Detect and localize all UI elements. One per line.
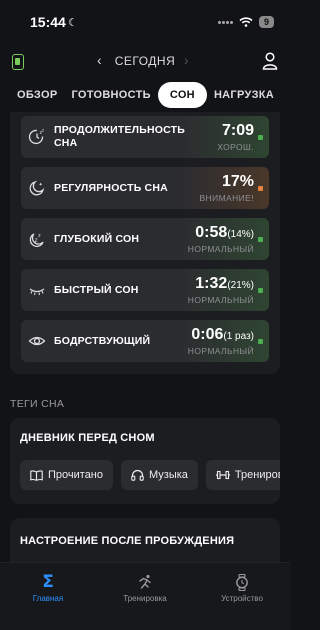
tab-bar: ОБЗОР ГОТОВНОСТЬ СОН НАГРУЗКА [10,82,280,108]
app-header: ‹ СЕГОДНЯ › [0,46,290,76]
metric-card-rem-sleep[interactable]: БЫСТРЫЙ СОН 1:32(21%) НОРМАЛЬНЫЙ [21,269,269,311]
metric-value: 0:58(14%) [195,224,254,241]
diary-chips: Прочитано Музыка Трениров [20,460,280,490]
metric-value: 7:09 [221,122,254,139]
metric-card-regularity[interactable]: ✦ РЕГУЛЯРНОСТЬ СНА 17% ВНИМАНИЕ! [21,167,269,209]
status-time: 15:44 [30,14,66,30]
running-icon [97,573,193,591]
chip-music[interactable]: Музыка [121,460,198,490]
sleep-regularity-icon: ✦ [29,180,45,196]
status-dot [258,186,263,191]
metric-name: РЕГУЛЯРНОСТЬ СНА [54,181,168,194]
tab-readiness[interactable]: ГОТОВНОСТЬ [64,82,157,108]
battery-indicator: 9 [258,16,274,28]
chip-label: Прочитано [48,469,103,481]
metric-value: 0:06(1 раз) [191,326,254,343]
tab-sleep[interactable]: СОН [157,82,207,108]
metric-status: НОРМАЛЬНЫЙ [187,295,254,305]
chip-label: Трениров [234,469,280,481]
dumbbell-icon [215,470,230,480]
section-title-sleep-tags: ТЕГИ СНА [10,398,65,410]
metric-card-deep-sleep[interactable]: z z ГЛУБОКИЙ СОН 0:58(14%) НОРМАЛЬНЫЙ [21,218,269,260]
profile-icon[interactable] [262,52,278,70]
rem-sleep-icon [29,288,45,296]
metric-name: БЫСТРЫЙ СОН [54,283,139,296]
svg-text:z: z [38,233,41,239]
status-dot [258,339,263,344]
nav-workout[interactable]: Тренировка [97,573,193,603]
metric-name: ГЛУБОКИЙ СОН [54,232,140,245]
status-right: 9 [217,16,274,28]
status-bar: 15:44 ☾ 9 [0,0,290,46]
metric-card-duration[interactable]: z z ПРОДОЛЖИТЕЛЬНОСТЬ СНА 7:09 ХОРОШ. [21,116,269,158]
chip-workout[interactable]: Трениров [205,460,280,490]
headphones-icon [131,469,144,481]
metric-status: ВНИМАНИЕ! [199,193,254,203]
signal-icon [217,20,233,24]
nav-device[interactable]: Устройство [194,573,290,603]
metric-status: ХОРОШ. [217,142,254,152]
sigma-home-icon: Σ [42,572,54,592]
metric-value: 17% [221,173,254,190]
status-dot [258,135,263,140]
sleep-duration-icon: z z [28,128,44,145]
moon-icon: ☾ [68,17,78,29]
svg-text:z: z [42,128,44,133]
diary-title: ДНЕВНИК ПЕРЕД СНОМ [20,432,155,444]
awake-eye-icon [28,336,46,346]
nav-label: Устройство [221,594,263,603]
tab-overview[interactable]: ОБЗОР [10,82,64,108]
mood-title: НАСТРОЕНИЕ ПОСЛЕ ПРОБУЖДЕНИЯ [20,535,235,547]
metric-name: БОДРСТВУЮЩИЙ [54,334,151,347]
chip-label: Музыка [149,469,188,481]
watch-icon [194,573,290,591]
tab-load[interactable]: НАГРУЗКА [207,82,281,108]
chevron-right-icon[interactable]: › [184,52,189,68]
metric-name: ПРОДОЛЖИТЕЛЬНОСТЬ СНА [54,124,185,149]
nav-label: Главная [32,594,64,603]
metric-card-awake[interactable]: БОДРСТВУЮЩИЙ 0:06(1 раз) НОРМАЛЬНЫЙ [21,320,269,362]
status-dot [258,288,263,293]
date-label: СЕГОДНЯ [114,54,176,68]
sleep-metrics-panel: z z ПРОДОЛЖИТЕЛЬНОСТЬ СНА 7:09 ХОРОШ. ✦ … [10,112,280,374]
status-dot [258,237,263,242]
book-icon [30,469,43,481]
wifi-icon [239,17,253,27]
metric-status: НОРМАЛЬНЫЙ [187,244,254,254]
nav-label: Тренировка [123,594,167,603]
metric-status: НОРМАЛЬНЫЙ [187,346,254,356]
svg-text:✦: ✦ [39,182,43,188]
nav-home[interactable]: Σ Главная [0,572,96,603]
bottom-navigation: Σ Главная Тренировка Устройство [0,562,290,630]
sleep-diary-box: ДНЕВНИК ПЕРЕД СНОМ Прочитано Музыка Трен… [10,418,280,504]
deep-sleep-icon: z z [29,233,44,247]
metric-value: 1:32(21%) [195,275,254,292]
chip-read[interactable]: Прочитано [20,460,113,490]
